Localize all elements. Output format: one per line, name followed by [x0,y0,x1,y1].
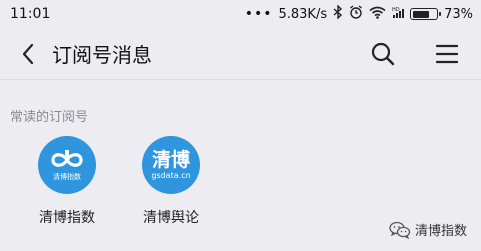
hd-signal-icon: HD [392,6,405,23]
account-name: 清博指数 [39,210,95,226]
account-item-qingbo-opinion[interactable]: 清博 gsdata.cn 清博舆论 [119,136,223,227]
wifi-icon [369,6,386,23]
watermark: 清博指数 [389,220,467,239]
status-bar: 11:01 ••• 5.83K/s HD 73% [0,0,481,28]
alarm-icon [349,5,363,23]
svg-text:HD: HD [392,7,400,13]
account-item-qingbo-index[interactable]: 清博指数 清博指数 [15,136,119,227]
avatar-subtext: gsdata.cn [151,171,191,180]
battery-icon [410,8,442,20]
battery-fill [412,10,429,18]
frequent-accounts-list: 清博指数 清博指数 清博 gsdata.cn 清博舆论 [0,136,223,227]
hamburger-menu-icon [435,44,459,63]
screen: 11:01 ••• 5.83K/s HD 73% 订阅号消息 常读的订阅号 清博… [0,0,481,251]
avatar-text: 清博指数 [53,172,81,181]
bluetooth-icon [333,4,343,23]
chevron-left-icon [22,43,34,64]
account-name: 清博舆论 [143,210,199,226]
status-time: 11:01 [10,6,51,22]
menu-button[interactable] [427,34,467,74]
watermark-text: 清博指数 [414,224,467,239]
network-speed: 5.83K/s [278,6,328,22]
section-label: 常读的订阅号 [10,110,89,125]
avatar: 清博指数 [38,136,96,194]
wechat-icon [389,221,411,239]
nav-bar: 订阅号消息 [0,28,481,80]
page-title: 订阅号消息 [52,43,152,67]
infinity-logo-icon [51,149,83,167]
search-icon [371,42,395,65]
avatar-text: 清博 [151,149,190,171]
signal-dots: ••• [244,6,273,22]
status-indicators: ••• 5.83K/s HD 73% [244,4,473,23]
back-button[interactable] [8,34,48,74]
search-button[interactable] [363,34,403,74]
battery-percent: 73% [444,6,473,22]
avatar: 清博 gsdata.cn [142,136,200,194]
